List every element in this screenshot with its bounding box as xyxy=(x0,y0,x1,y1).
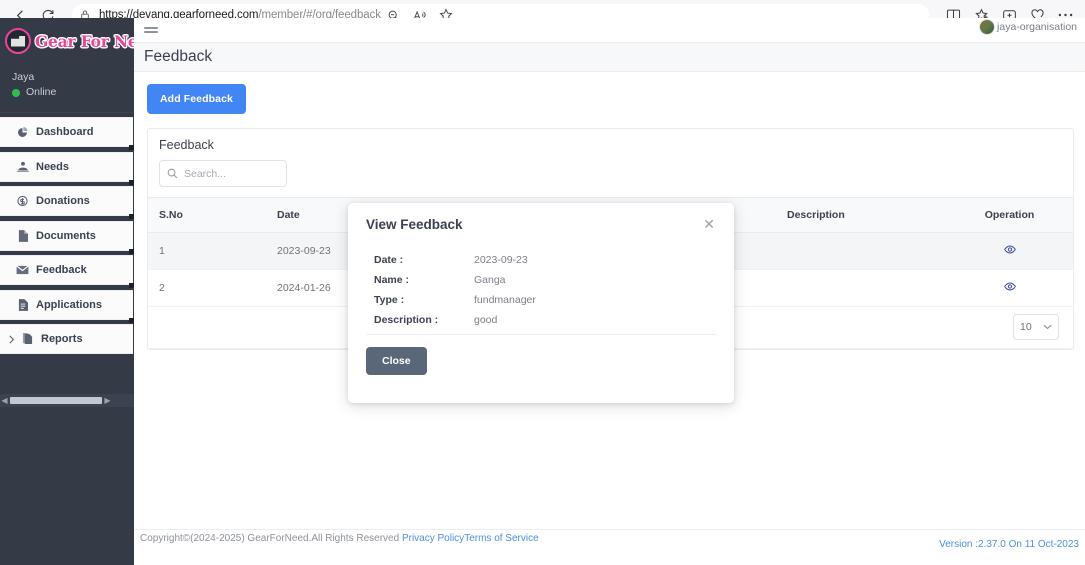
sidebar-item-label: Dashboard xyxy=(36,126,94,138)
field-value: fundmanager xyxy=(474,294,536,306)
modal-close-button[interactable]: Close xyxy=(366,347,427,375)
sidebar-item-reports[interactable]: Reports xyxy=(0,324,133,354)
donations-icon xyxy=(16,195,29,207)
gear-for-need-logo-icon xyxy=(5,28,31,54)
field-label: Date : xyxy=(374,254,404,266)
search-box[interactable] xyxy=(159,160,287,187)
modal-field-name: Name : Ganga xyxy=(374,274,716,286)
page-size-select[interactable]: 10 xyxy=(1013,314,1059,340)
sidebar-nav: Dashboard Needs Donations Documents Feed… xyxy=(0,113,134,354)
applications-icon xyxy=(16,298,29,311)
sidebar-item-donations[interactable]: Donations xyxy=(0,186,134,219)
card-title: Feedback xyxy=(159,138,214,152)
sidebar-item-label: Needs xyxy=(36,160,70,173)
view-feedback-modal: View Feedback ✕ Date : 2023-09-23 Name :… xyxy=(348,203,734,403)
column-header-description[interactable]: Description xyxy=(776,197,946,233)
sidebar-item-label: Reports xyxy=(41,333,83,345)
modal-field-description: Description : good xyxy=(374,314,716,326)
field-label: Name : xyxy=(374,274,410,286)
search-icon xyxy=(167,168,178,179)
cell-operation xyxy=(946,269,1073,307)
card-header: Feedback xyxy=(148,129,1073,197)
add-feedback-button[interactable]: Add Feedback xyxy=(147,84,246,114)
cell-operation xyxy=(946,232,1073,270)
chevron-down-icon xyxy=(1043,322,1052,332)
scroll-left-arrow-icon[interactable]: ◀ xyxy=(0,396,9,405)
documents-icon xyxy=(16,229,29,242)
chevron-right-icon xyxy=(8,335,18,344)
privacy-policy-link[interactable]: Privacy Policy xyxy=(402,533,464,544)
dashboard-icon xyxy=(16,126,29,138)
terms-of-service-link[interactable]: Terms of Service xyxy=(464,533,538,544)
sidebar-user-block: Jaya Online xyxy=(0,64,134,113)
field-value: 2023-09-23 xyxy=(474,254,528,266)
column-header-sno[interactable]: S.No xyxy=(148,197,266,233)
footer: Copyright©(2024-2025) GearForNeed.All Ri… xyxy=(134,529,1085,565)
feedback-icon xyxy=(16,265,29,275)
sidebar-user-name: Jaya xyxy=(12,71,35,83)
sidebar-item-label: Documents xyxy=(36,229,96,242)
column-header-operation[interactable]: Operation xyxy=(946,197,1073,233)
sidebar-item-needs[interactable]: Needs xyxy=(0,151,134,185)
modal-field-date: Date : 2023-09-23 xyxy=(374,254,716,266)
page-size-value: 10 xyxy=(1020,321,1032,333)
sidebar-item-applications[interactable]: Applications xyxy=(0,289,134,323)
top-bar: jaya-organisation xyxy=(134,18,1085,42)
brand-logo-area[interactable]: Gear For Need xyxy=(0,18,134,64)
cell-description xyxy=(776,232,946,270)
online-status-dot xyxy=(12,88,20,97)
scrollbar-thumb[interactable] xyxy=(10,397,102,404)
field-value: good xyxy=(474,314,498,326)
action-bar: Add Feedback xyxy=(134,72,1085,128)
copyright-text: Copyright©(2024-2025) GearForNeed.All Ri… xyxy=(140,533,402,544)
hamburger-menu-icon[interactable] xyxy=(144,25,158,36)
field-label: Type : xyxy=(374,294,405,306)
modal-body: Date : 2023-09-23 Name : Ganga Type : fu… xyxy=(348,245,734,326)
brand-name: Gear For Need xyxy=(35,31,134,51)
eye-view-icon[interactable] xyxy=(1003,282,1016,291)
sidebar-item-dashboard[interactable]: Dashboard xyxy=(0,117,134,150)
sidebar-item-documents[interactable]: Documents xyxy=(0,220,134,254)
page-title: Feedback xyxy=(144,48,213,65)
field-value: Ganga xyxy=(474,274,506,286)
close-x-icon[interactable]: ✕ xyxy=(698,214,720,234)
version-label: Version :2.37.0 On 11 Oct-2023 xyxy=(939,539,1079,550)
cell-description xyxy=(776,269,946,307)
sidebar: Gear For Need Jaya Online Dashboard xyxy=(0,18,134,565)
modal-footer: Close xyxy=(366,334,716,375)
sidebar-horizontal-scrollbar[interactable]: ◀ ▶ xyxy=(0,394,134,407)
organisation-name: jaya-organisation xyxy=(997,21,1077,33)
eye-view-icon[interactable] xyxy=(1003,245,1016,254)
sidebar-item-label: Applications xyxy=(36,298,103,311)
sidebar-item-label: Donations xyxy=(36,195,90,207)
organisation-chip[interactable]: jaya-organisation xyxy=(979,19,1077,35)
cell-sno: 1 xyxy=(148,232,266,270)
modal-title: View Feedback xyxy=(366,216,463,232)
page-header: Feedback xyxy=(134,42,1085,72)
cell-sno: 2 xyxy=(148,269,266,307)
reports-icon xyxy=(21,333,34,345)
needs-icon xyxy=(16,161,29,172)
modal-field-type: Type : fundmanager xyxy=(374,294,716,306)
sidebar-item-label: Feedback xyxy=(36,264,87,276)
sidebar-user-status-label: Online xyxy=(26,86,57,98)
sidebar-user-status: Online xyxy=(12,85,134,100)
avatar xyxy=(979,19,996,35)
field-label: Description : xyxy=(374,314,439,326)
modal-header: View Feedback ✕ xyxy=(348,203,734,245)
scroll-right-arrow-icon[interactable]: ▶ xyxy=(103,396,112,405)
footer-copyright: Copyright©(2024-2025) GearForNeed.All Ri… xyxy=(140,533,539,544)
sidebar-item-feedback[interactable]: Feedback xyxy=(0,255,134,288)
search-input[interactable] xyxy=(184,167,279,180)
